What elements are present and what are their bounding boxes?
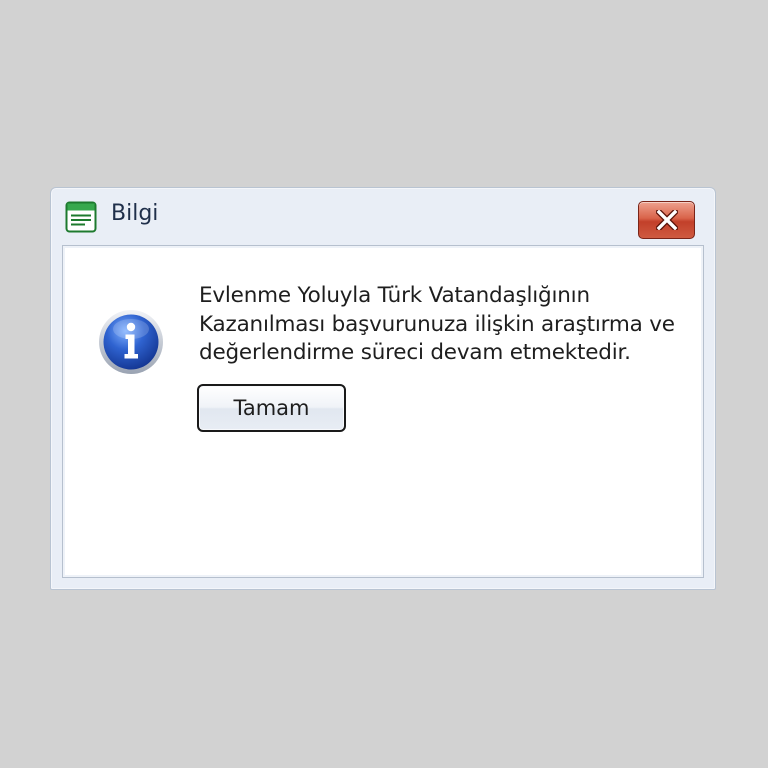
dialog-title: Bilgi: [111, 201, 159, 226]
window-list-icon: [65, 201, 97, 233]
dialog-body: Evlenme Yoluyla Türk Vatandaşlığının Kaz…: [62, 245, 704, 578]
dialog-message: Evlenme Yoluyla Türk Vatandaşlığının Kaz…: [199, 283, 675, 365]
close-button[interactable]: [638, 201, 695, 239]
close-x-icon: [656, 210, 678, 230]
info-dialog: Bilgi Evlenme Yoluyla Türk Vatandaşlığın…: [50, 187, 716, 590]
info-icon: [98, 309, 164, 375]
ok-button[interactable]: Tamam: [197, 384, 346, 432]
title-bar[interactable]: Bilgi: [51, 188, 715, 244]
